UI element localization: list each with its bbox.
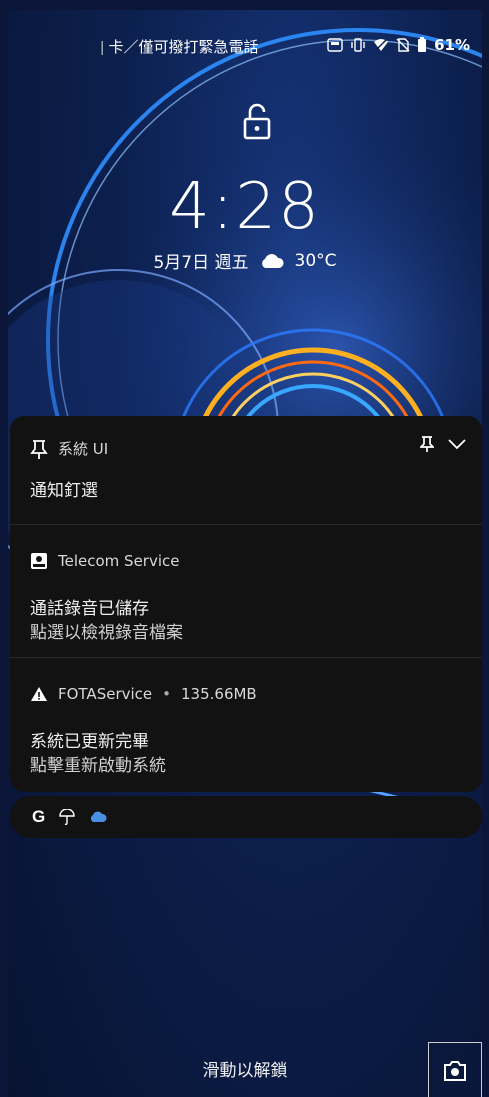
clock: 4:28: [169, 170, 321, 244]
notification-header: FOTAService • 135.66MB: [30, 685, 257, 703]
date-weather-row: 5月7日 週五 30°C: [8, 248, 482, 274]
notification-title: 系統已更新完畢: [30, 732, 149, 752]
temperature-label: 30°C: [294, 250, 337, 271]
camera-icon: [444, 1061, 466, 1081]
separator-dot: •: [162, 685, 171, 703]
notification-header: Telecom Service: [30, 552, 179, 570]
notification-title: 通知釘選: [30, 481, 98, 501]
cloud-icon: [261, 253, 284, 268]
warning-icon: [31, 687, 47, 701]
notification-text: 點擊重新啟動系統: [30, 756, 166, 776]
umbrella-weather-icon: [59, 809, 75, 825]
no-sim-icon: [396, 38, 410, 52]
app-name: 系統 UI: [58, 440, 109, 458]
notification-actions: [420, 436, 466, 452]
wifi-icon: [374, 39, 389, 51]
app-size: 135.66MB: [181, 685, 257, 703]
notification-fota[interactable]: FOTAService • 135.66MB 系統已更新完畢 點擊重新啟動系統: [10, 657, 482, 792]
notification-header: 系統 UI: [30, 438, 108, 459]
notification-text: 點選以檢視錄音檔案: [30, 623, 183, 643]
notification-icon-tray[interactable]: G: [10, 796, 482, 838]
status-icons: 61%: [327, 36, 470, 54]
notification-telecom[interactable]: Telecom Service 通話錄音已儲存 點選以檢視錄音檔案: [10, 524, 482, 658]
unlocked-padlock-icon: [243, 103, 271, 140]
hd-voice-icon: [327, 38, 343, 52]
battery-percent: 61%: [434, 36, 470, 54]
date-label: 5月7日 週五: [153, 253, 249, 273]
carrier-label: ǀ 卡／僅可撥打緊急電話: [100, 38, 259, 56]
notification-panel: 系統 UI 通知釘選 Telecom Service 通話錄音已儲存 點選以檢視…: [10, 416, 482, 792]
camera-shortcut-button[interactable]: [428, 1042, 482, 1097]
notification-title: 通話錄音已儲存: [30, 599, 149, 619]
battery-icon: [418, 37, 427, 52]
notification-pin[interactable]: 系統 UI 通知釘選: [10, 416, 482, 525]
google-icon: G: [32, 807, 46, 826]
app-name: Telecom Service: [58, 552, 180, 570]
recorder-icon: [31, 553, 47, 569]
status-bar: ǀ 卡／僅可撥打緊急電話 61%: [8, 36, 482, 60]
signal-icon: ǀ: [100, 38, 105, 56]
app-name: FOTAService: [58, 685, 153, 703]
pin-action-icon[interactable]: [420, 436, 434, 452]
lock-screen: ǀ卡／僅可撥打緊急電話 61% 4:28 5月7日 週五 30°C 系統 UI: [8, 10, 482, 1097]
vibrate-icon: [351, 38, 365, 52]
pin-icon: [30, 439, 48, 459]
chevron-down-icon[interactable]: [448, 438, 466, 450]
swipe-to-unlock-hint: 滑動以解鎖: [202, 1061, 288, 1081]
cloud-storage-icon: [91, 811, 107, 822]
